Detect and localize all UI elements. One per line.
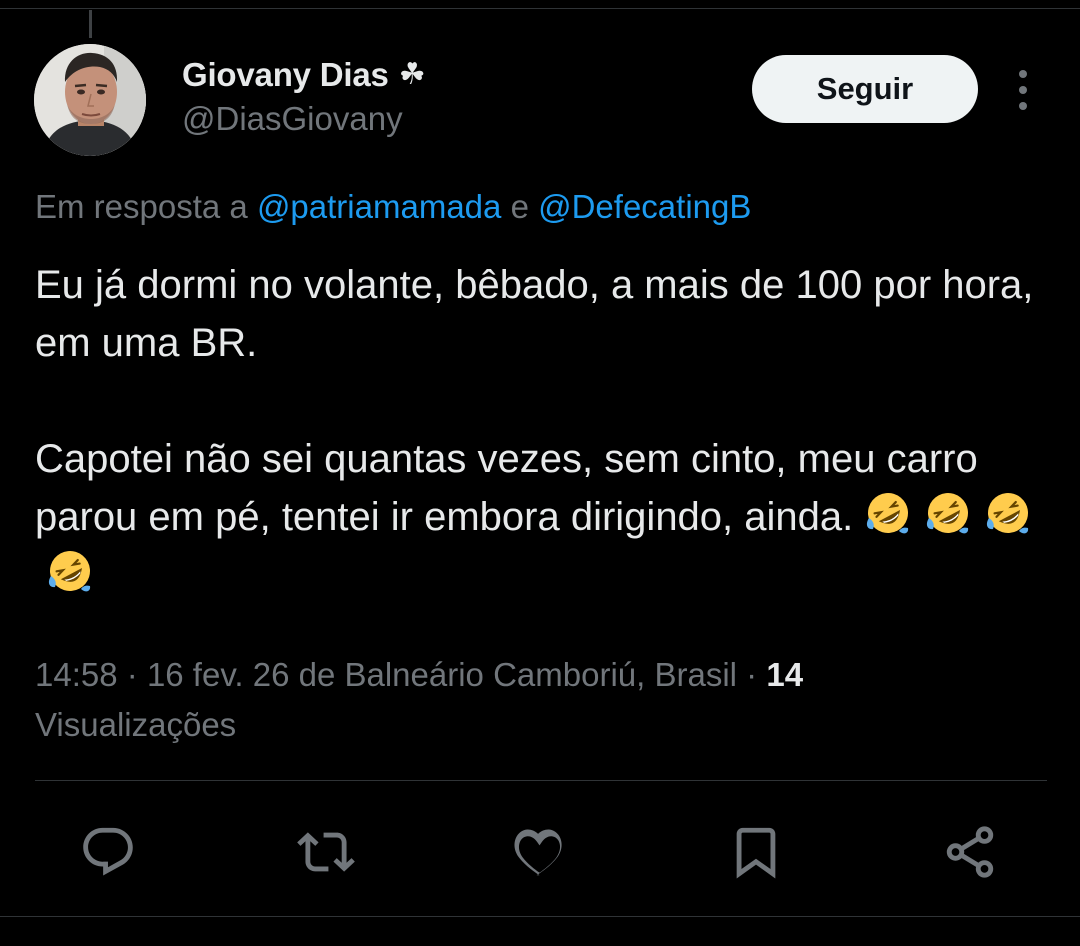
- bookmark-icon: [736, 827, 776, 879]
- author-display-name[interactable]: Giovany Dias: [182, 56, 389, 94]
- tweet-location: de Balneário Camboriú, Brasil: [298, 656, 737, 693]
- mention-link-patriamamada[interactable]: @patriamamada: [257, 188, 501, 225]
- author-handle[interactable]: @DiasGiovany: [182, 100, 403, 138]
- thread-connector-line: [89, 10, 92, 38]
- avatar[interactable]: [34, 44, 146, 156]
- reply-context-conjunction: e: [510, 188, 529, 225]
- share-button[interactable]: [938, 820, 1002, 884]
- tweet-paragraph: Eu já dormi no volante, bêbado, a mais d…: [35, 263, 1034, 365]
- reply-button[interactable]: [76, 820, 140, 884]
- reply-context-prefix: Em resposta a: [35, 188, 248, 225]
- tweet-time[interactable]: 14:58: [35, 656, 118, 693]
- more-dot: [1019, 70, 1027, 78]
- author-name-row: Giovany Dias ☘: [182, 56, 426, 94]
- rolling-laughing-icon: [48, 551, 91, 592]
- reply-context: Em resposta a @patriamamada e @Defecatin…: [35, 188, 751, 226]
- share-icon: [946, 826, 994, 878]
- bookmark-button[interactable]: [724, 820, 788, 884]
- tweet-paragraph-text: Capotei não sei quantas vezes, sem cinto…: [35, 437, 978, 539]
- avatar-photo: [34, 44, 146, 156]
- retweet-icon: [297, 832, 355, 872]
- rolling-laughing-icon: [927, 493, 969, 534]
- rolling-laughing-icon: [987, 493, 1029, 534]
- more-dot: [1019, 86, 1027, 94]
- tweet-date[interactable]: 16 fev. 26: [147, 656, 290, 693]
- bottom-divider: [0, 916, 1080, 917]
- meta-separator: ·: [746, 656, 758, 693]
- tweet-paragraph-2: Capotei não sei quantas vezes, sem cinto…: [35, 430, 1045, 604]
- meta-separator: ·: [126, 656, 138, 693]
- follow-button[interactable]: Seguir: [752, 55, 978, 123]
- reply-icon: [83, 827, 133, 876]
- views-count: 14: [766, 656, 804, 693]
- tweet-text: Eu já dormi no volante, bêbado, a mais d…: [35, 256, 1045, 604]
- heart-icon: [514, 829, 562, 876]
- mention-link-defecatingb[interactable]: @DefecatingB: [538, 188, 751, 225]
- more-dot: [1019, 102, 1027, 110]
- rolling-laughing-icon: [867, 493, 909, 534]
- tweet-metadata: 14:58 · 16 fev. 26 de Balneário Camboriú…: [35, 650, 1035, 750]
- views-label: Visualizações: [35, 706, 237, 743]
- more-options-icon[interactable]: [1008, 70, 1038, 110]
- actions-divider: [35, 780, 1047, 781]
- like-button[interactable]: [508, 820, 572, 884]
- shamrock-icon: ☘: [398, 57, 426, 92]
- top-divider: [0, 8, 1080, 9]
- retweet-button[interactable]: [294, 820, 358, 884]
